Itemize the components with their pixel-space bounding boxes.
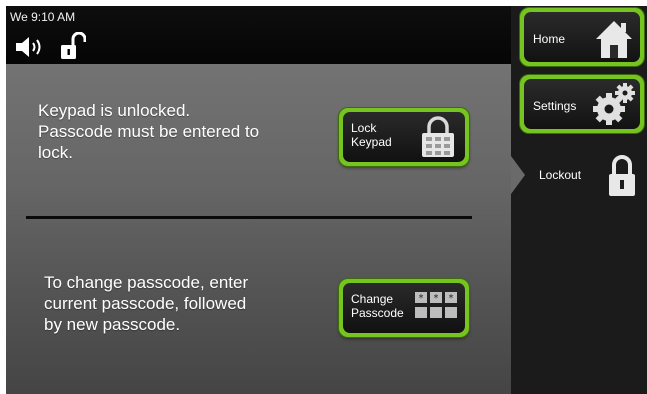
lock-message-line: Passcode must be entered to: [38, 122, 260, 141]
lock-keypad-button-face: Lock Keypad: [343, 112, 465, 162]
change-message-line: by new passcode.: [44, 315, 181, 334]
lock-keypad-label-line1: Lock: [351, 121, 377, 135]
sidebar-item-label: Settings: [533, 99, 577, 113]
settings-button-face: Settings: [524, 79, 640, 129]
change-message-line: current passcode, followed: [44, 294, 247, 313]
change-passcode-label-line2: Passcode: [351, 306, 404, 320]
gear-icon: [593, 83, 635, 125]
lock-message-line: Keypad is unlocked.: [38, 101, 191, 120]
lock-keypad-label: Lock Keypad: [351, 121, 392, 149]
svg-text:*: *: [449, 293, 454, 304]
section-divider: [26, 216, 472, 219]
selected-indicator-arrow: [511, 156, 525, 194]
home-icon: [596, 21, 632, 58]
lock-keypad-button[interactable]: Lock Keypad: [339, 108, 469, 166]
touchscreen: We 9:10 AM Keypad is unlocked. Passcode …: [6, 6, 647, 394]
change-passcode-button[interactable]: Change Passcode * * *: [339, 279, 469, 337]
change-passcode-message: To change passcode, enter current passco…: [44, 272, 334, 335]
passcode-boxes-icon: * * *: [415, 292, 457, 318]
change-message-line: To change passcode, enter: [44, 273, 249, 292]
sidebar-item-label: Home: [533, 32, 566, 46]
status-bar: We 9:10 AM: [6, 6, 511, 64]
padlock-keypad-icon: [422, 116, 454, 157]
lock-message: Keypad is unlocked. Passcode must be ent…: [38, 100, 328, 163]
unlocked-padlock-icon[interactable]: [60, 32, 86, 60]
lock-message-line: lock.: [38, 143, 73, 162]
change-passcode-label: Change Passcode: [351, 292, 404, 320]
svg-text:*: *: [419, 293, 424, 304]
sidebar-item-lockout[interactable]: Lockout: [511, 146, 647, 206]
sidebar-item-label: Lockout: [539, 168, 582, 182]
home-button-face: Home: [524, 12, 640, 62]
padlock-icon: [609, 155, 635, 196]
sidebar-nav: Home Settings Lockout: [511, 6, 647, 394]
change-passcode-button-face: Change Passcode * * *: [343, 283, 465, 333]
sidebar-item-settings[interactable]: Settings: [520, 75, 644, 133]
lock-keypad-label-line2: Keypad: [351, 135, 392, 149]
change-passcode-label-line1: Change: [351, 292, 394, 306]
speaker-volume-icon[interactable]: [14, 35, 48, 59]
sidebar-item-home[interactable]: Home: [520, 8, 644, 66]
main-panel: Keypad is unlocked. Passcode must be ent…: [6, 64, 511, 394]
status-time: We 9:10 AM: [10, 10, 76, 24]
svg-text:*: *: [434, 293, 439, 304]
